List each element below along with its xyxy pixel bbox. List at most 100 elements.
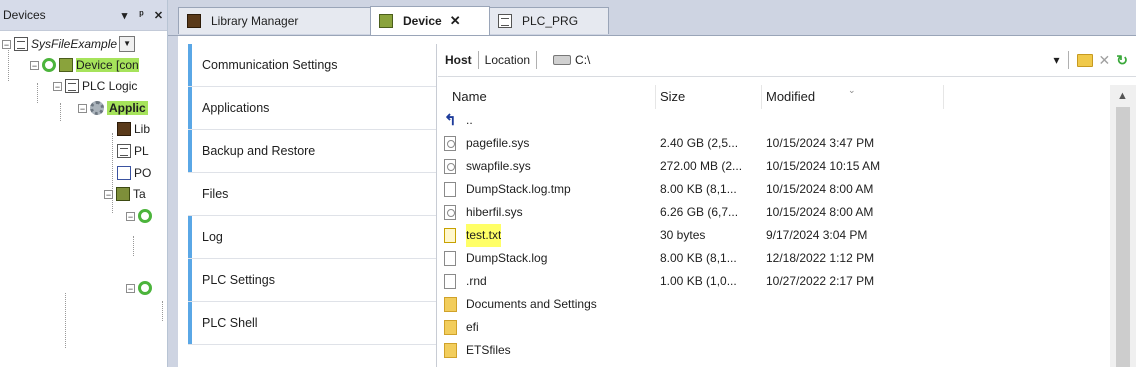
file-icon <box>444 182 456 197</box>
table-row[interactable]: ETSfiles <box>438 339 1110 362</box>
sys-file-icon <box>444 205 456 220</box>
tree-item-task[interactable]: − <box>126 278 155 298</box>
file-size: 30 bytes <box>660 228 706 242</box>
file-modified: 10/15/2024 10:15 AM <box>766 159 881 173</box>
file-size: 2.40 GB (2,5... <box>660 136 739 150</box>
nav-item-label: PLC Shell <box>202 316 258 330</box>
sys-file-icon <box>444 159 456 174</box>
collapse-icon[interactable]: − <box>126 211 135 221</box>
host-tab[interactable]: Host <box>445 53 472 67</box>
table-row[interactable]: test.txt 30 bytes 9/17/2024 3:04 PM <box>438 224 1110 247</box>
tree-item-task[interactable]: − <box>126 206 155 226</box>
new-folder-icon[interactable] <box>1076 53 1093 67</box>
scroll-up-icon[interactable]: ▲ <box>1117 90 1128 102</box>
nav-item-communication-settings[interactable]: Communication Settings <box>188 44 436 87</box>
tab-library-manager[interactable]: Library Manager <box>178 7 371 34</box>
table-row[interactable]: hiberfil.sys 6.26 GB (6,7... 10/15/2024 … <box>438 201 1110 224</box>
editor-tab-strip: Library Manager Device ✕ PLC_PRG <box>168 0 1136 36</box>
path-dropdown[interactable]: ▾ <box>1054 53 1060 67</box>
tab-label: Device <box>403 14 442 28</box>
tree-item-project[interactable]: − SysFileExample ▼ <box>2 34 136 54</box>
file-name: pagefile.sys <box>466 136 530 150</box>
file-modified: 10/15/2024 3:47 PM <box>766 136 875 150</box>
up-icon: ↰ <box>444 112 457 129</box>
nav-item-plc-shell[interactable]: PLC Shell <box>188 302 436 345</box>
table-row[interactable]: ↰ .. <box>438 109 1110 132</box>
tree-item-library[interactable]: Lib <box>117 119 150 139</box>
drive-icon <box>553 55 572 65</box>
file-name: efi <box>466 320 479 334</box>
tree-item-device[interactable]: − Device [con <box>30 55 139 75</box>
library-icon <box>117 122 131 136</box>
folder-icon <box>444 343 457 358</box>
tree-item-plc-prg[interactable]: PL <box>117 141 149 161</box>
device-icon <box>379 14 393 28</box>
collapse-icon[interactable]: − <box>30 60 39 70</box>
close-icon[interactable]: ✕ <box>150 9 167 22</box>
tree-item-pou[interactable]: PO <box>117 163 151 183</box>
nav-item-applications[interactable]: Applications <box>188 87 436 130</box>
nav-item-label: Applications <box>202 101 270 115</box>
file-size: 8.00 KB (8,1... <box>660 182 737 196</box>
file-table: Name Size Modified ⌄ ↰ .. pagefile.sys 2… <box>438 85 1110 367</box>
nav-item-plc-settings[interactable]: PLC Settings <box>188 259 436 302</box>
pin-icon[interactable]: ᵖ <box>133 9 150 21</box>
column-header-name[interactable]: Name <box>438 85 656 109</box>
tree-item-label: Device [con <box>76 58 139 72</box>
tree-item-task-config[interactable]: − Ta <box>104 184 146 204</box>
delete-icon[interactable]: ✕ <box>1099 52 1111 69</box>
refresh-icon[interactable]: ↻ <box>1116 52 1128 69</box>
file-name: DumpStack.log <box>466 251 548 265</box>
tree-item-plc-logic[interactable]: − PLC Logic <box>53 76 137 96</box>
vertical-scrollbar[interactable]: ▲ <box>1110 85 1136 367</box>
column-header-size[interactable]: Size <box>656 85 762 109</box>
collapse-icon[interactable]: − <box>53 81 62 91</box>
table-row[interactable]: DumpStack.log.tmp 8.00 KB (8,1... 10/15/… <box>438 178 1110 201</box>
file-name: ETSfiles <box>466 343 511 357</box>
tree-item-label: PLC Logic <box>82 79 138 93</box>
sys-file-icon <box>444 136 456 151</box>
table-row[interactable]: .rnd 1.00 KB (1,0... 10/27/2022 2:17 PM <box>438 270 1110 293</box>
file-modified: 10/15/2024 8:00 AM <box>766 182 874 196</box>
application-icon <box>90 101 104 115</box>
file-size: 8.00 KB (8,1... <box>660 251 737 265</box>
table-row[interactable]: efi <box>438 316 1110 339</box>
nav-item-backup-and-restore[interactable]: Backup and Restore <box>188 130 436 173</box>
scrollbar-thumb[interactable] <box>1116 107 1130 367</box>
tree-item-application[interactable]: − Applic <box>78 98 148 118</box>
tab-label: PLC_PRG <box>522 14 579 28</box>
device-editor-nav: Communication Settings Applications Back… <box>188 44 437 367</box>
tree-item-label: Ta <box>133 187 146 201</box>
collapse-icon[interactable]: − <box>2 39 11 49</box>
chevron-down-icon[interactable]: ▼ <box>119 36 136 52</box>
table-row[interactable]: DumpStack.log 8.00 KB (8,1... 12/18/2022… <box>438 247 1110 270</box>
collapse-icon[interactable]: − <box>126 283 135 293</box>
table-row[interactable]: Documents and Settings <box>438 293 1110 316</box>
file-name: hiberfil.sys <box>466 205 523 219</box>
tab-device[interactable]: Device ✕ <box>370 6 490 35</box>
file-name: DumpStack.log.tmp <box>466 182 571 196</box>
collapse-icon[interactable]: − <box>104 189 113 199</box>
collapse-icon[interactable]: − <box>78 103 87 113</box>
tree-item-label: PL <box>134 144 149 158</box>
path-value[interactable]: C:\ <box>575 53 590 67</box>
location-label: Location <box>484 53 531 67</box>
file-name: Documents and Settings <box>466 297 597 311</box>
file-browser: Host Location C:\ ▾ ✕ ↻ Name Size Modifi… <box>438 44 1136 367</box>
text-file-icon <box>444 251 456 266</box>
file-name: .rnd <box>466 274 487 288</box>
table-row[interactable]: pagefile.sys 2.40 GB (2,5... 10/15/2024 … <box>438 132 1110 155</box>
file-icon <box>444 274 456 289</box>
library-icon <box>187 14 201 28</box>
tab-plc-prg[interactable]: PLC_PRG <box>489 7 609 34</box>
file-modified: 10/27/2022 2:17 PM <box>766 274 875 288</box>
chevron-down-icon[interactable]: ▾ <box>116 9 133 22</box>
nav-item-log[interactable]: Log <box>188 216 436 259</box>
document-icon <box>117 144 131 158</box>
table-row[interactable]: swapfile.sys 272.00 MB (2... 10/15/2024 … <box>438 155 1110 178</box>
tree-item-label: PO <box>134 166 152 180</box>
close-icon[interactable]: ✕ <box>450 13 461 29</box>
folder-icon <box>444 320 457 335</box>
shortcut-folder-icon <box>444 297 457 312</box>
nav-item-files[interactable]: Files <box>188 173 436 216</box>
